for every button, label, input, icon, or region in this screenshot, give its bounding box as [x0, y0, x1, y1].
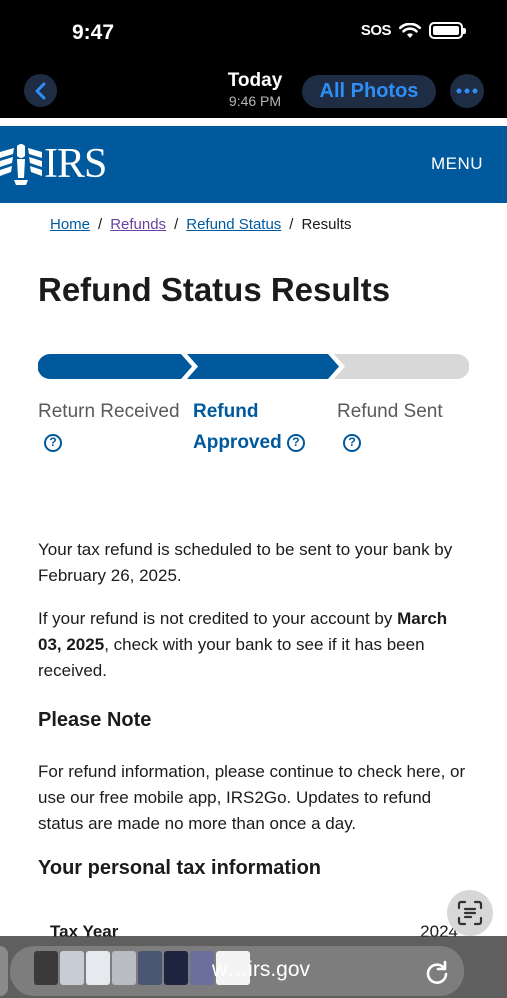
- step-return-received-label: Return Received: [38, 401, 180, 422]
- live-text-button[interactable]: [447, 890, 493, 936]
- menu-button[interactable]: MENU: [431, 154, 483, 174]
- irs-eagle-icon: [0, 144, 42, 185]
- step-refund-approved-line2: Approved: [193, 432, 282, 453]
- step-refund-approved: Refund Approved ?: [193, 396, 305, 458]
- irs-logo[interactable]: IRS: [0, 140, 107, 188]
- wifi-icon: [399, 22, 421, 38]
- irs-logo-text: IRS: [44, 141, 107, 187]
- refund-schedule-text: Your tax refund is scheduled to be sent …: [38, 540, 453, 585]
- breadcrumb-separator: /: [289, 216, 294, 233]
- back-button[interactable]: [24, 74, 57, 107]
- photos-top-bar: 9:47 SOS Today 9:46 PM All Photos: [0, 0, 507, 118]
- refund-credit-text: If your refund is not credited to your a…: [38, 606, 470, 684]
- more-options-button[interactable]: [450, 74, 484, 108]
- chevron-left-icon: [35, 82, 45, 99]
- address-bar-url[interactable]: w…irs.gov: [212, 958, 310, 982]
- breadcrumb: Home / Refunds / Refund Status / Results: [50, 216, 352, 233]
- step-return-received: Return Received ?: [38, 396, 180, 458]
- photo-thumbnail[interactable]: [138, 951, 162, 985]
- status-icons: SOS: [360, 22, 466, 39]
- photo-thumbnail[interactable]: [112, 951, 136, 985]
- please-note-text: For refund information, please continue …: [38, 762, 466, 833]
- personal-tax-info-heading: Your personal tax information: [38, 857, 321, 879]
- breadcrumb-separator: /: [98, 216, 103, 233]
- reload-icon[interactable]: [424, 960, 450, 986]
- photo-thumbnail[interactable]: [34, 951, 58, 985]
- photo-thumbnail[interactable]: [60, 951, 84, 985]
- tracker-segment-received: [38, 354, 192, 379]
- thumbnail-edge: [0, 946, 8, 996]
- help-question-icon[interactable]: ?: [343, 433, 361, 452]
- photo-date-header: Today 9:46 PM: [210, 70, 300, 109]
- photo-thumbnail[interactable]: [164, 951, 188, 985]
- tracker-segment-sent: [334, 354, 469, 379]
- step-refund-sent: Refund Sent ?: [337, 396, 443, 458]
- photo-time-subtitle: 9:46 PM: [228, 93, 282, 109]
- breadcrumb-home-link[interactable]: Home: [50, 216, 90, 233]
- help-question-icon[interactable]: ?: [44, 433, 62, 452]
- sos-indicator: SOS: [360, 22, 392, 39]
- step-refund-sent-label: Refund Sent: [337, 401, 443, 422]
- breadcrumb-refund-status-link[interactable]: Refund Status: [186, 216, 281, 233]
- page-title: Refund Status Results: [38, 271, 391, 308]
- photo-date-title: Today: [227, 70, 283, 91]
- live-text-scan-icon: [457, 900, 483, 926]
- please-note-heading: Please Note: [38, 709, 152, 731]
- photo-thumbnail[interactable]: [190, 951, 214, 985]
- help-question-icon[interactable]: ?: [286, 433, 305, 452]
- refund-progress-tracker: [38, 354, 469, 379]
- photo-thumbnail[interactable]: [86, 951, 110, 985]
- tracker-segment-approved: [187, 354, 339, 379]
- all-photos-button[interactable]: All Photos: [302, 75, 436, 108]
- refund-credit-text-pre: If your refund is not credited to your a…: [38, 609, 398, 628]
- breadcrumb-current: Results: [301, 216, 352, 233]
- irs-site-header: IRS MENU: [0, 126, 507, 203]
- status-time: 9:47: [72, 21, 115, 44]
- breadcrumb-separator: /: [174, 216, 179, 233]
- ellipsis-icon: [456, 88, 478, 94]
- breadcrumb-refunds-link[interactable]: Refunds: [110, 216, 166, 233]
- step-refund-approved-line1: Refund: [193, 401, 259, 422]
- battery-icon: [429, 22, 466, 39]
